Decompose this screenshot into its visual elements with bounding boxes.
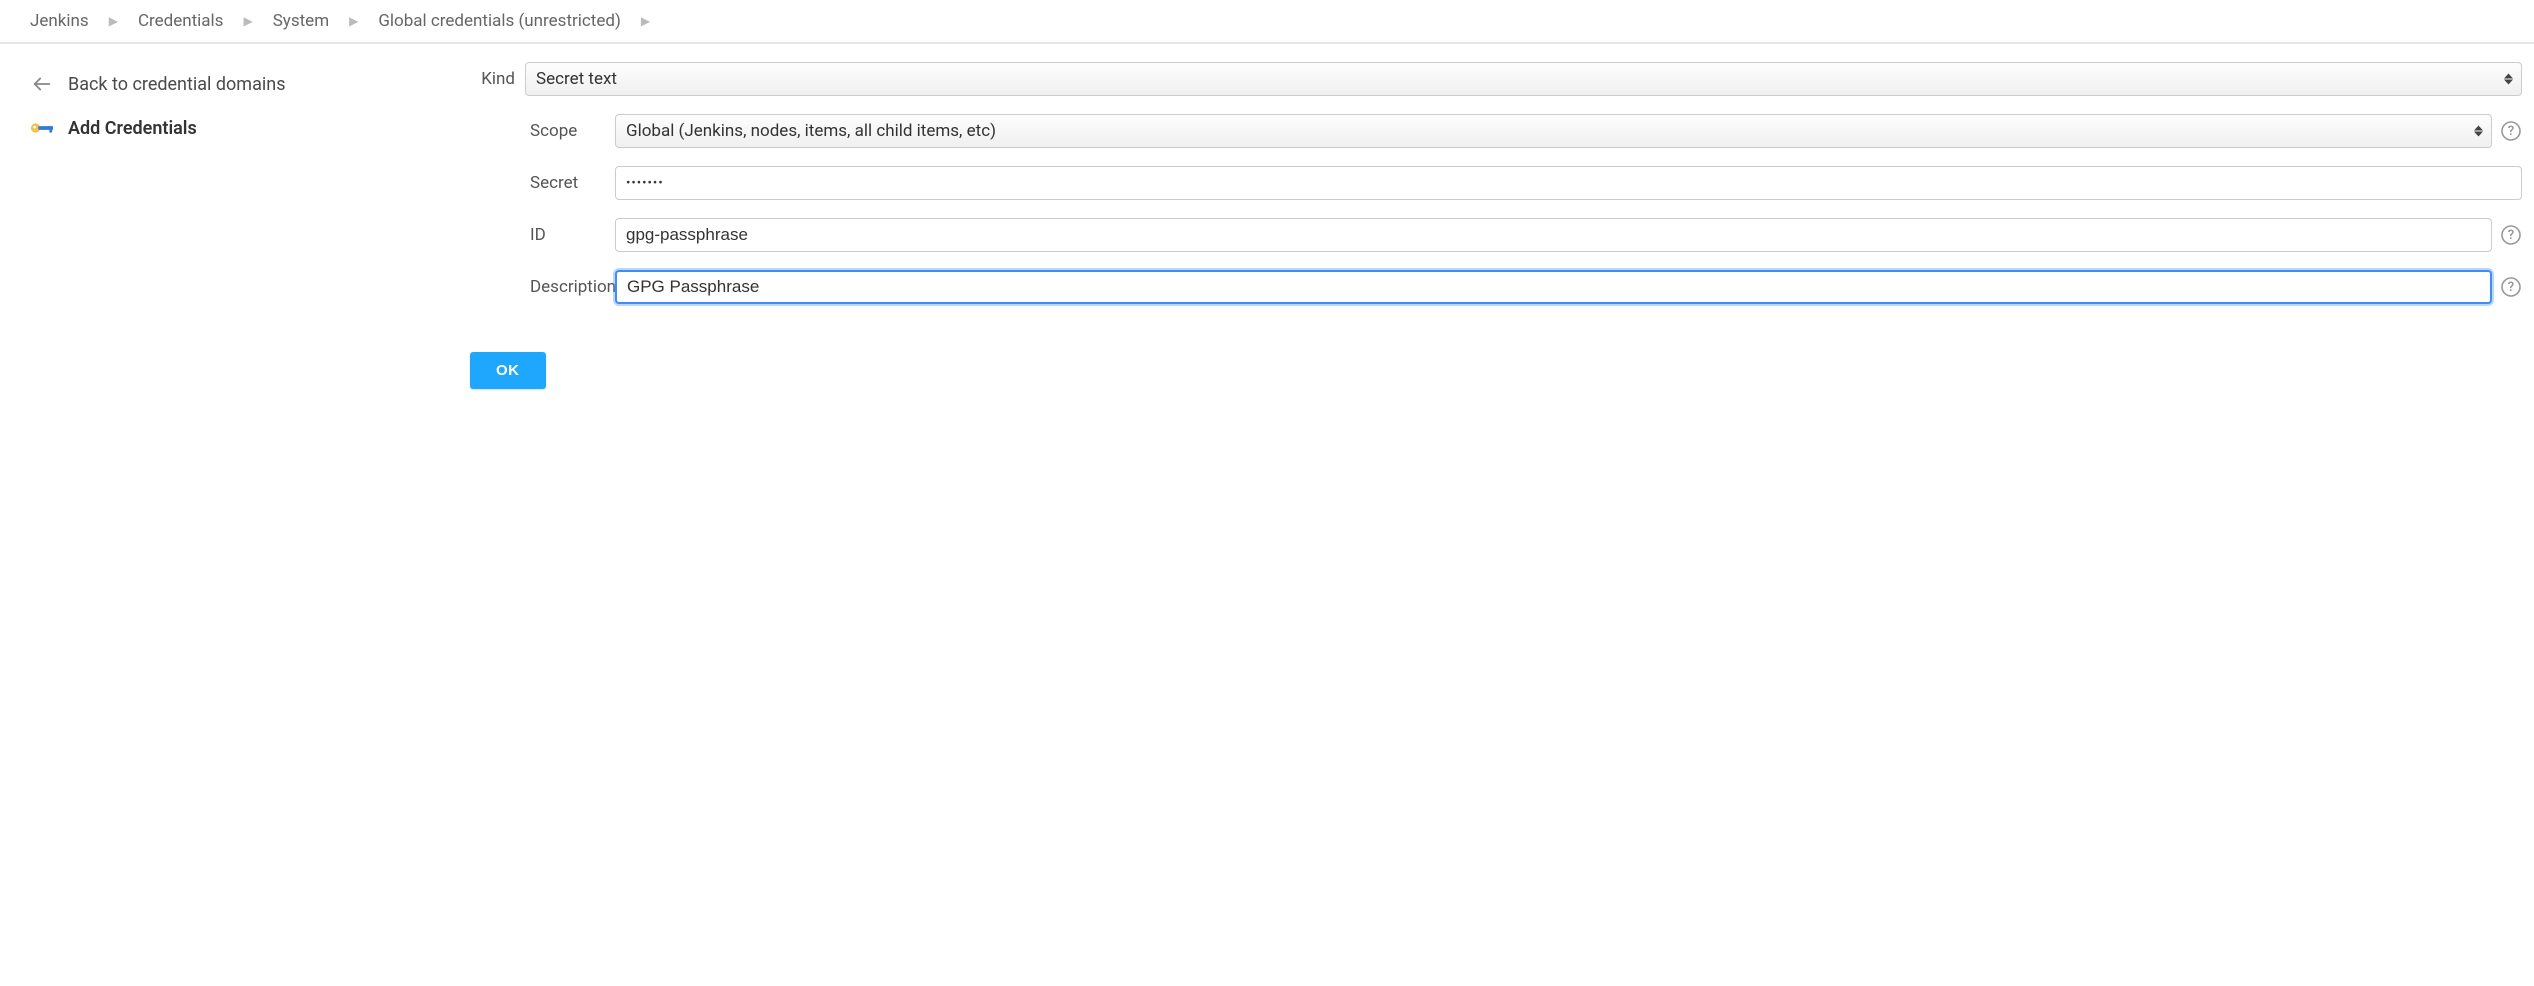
chevron-right-icon: ▶ bbox=[627, 14, 664, 28]
sidebar: Back to credential domains Add Credentia… bbox=[0, 62, 470, 389]
breadcrumb-global[interactable]: Global credentials (unrestricted) bbox=[372, 11, 627, 31]
breadcrumb-system[interactable]: System bbox=[267, 11, 335, 31]
description-input[interactable] bbox=[615, 270, 2492, 304]
svg-text:?: ? bbox=[2508, 124, 2514, 139]
scope-select[interactable]: Global (Jenkins, nodes, items, all child… bbox=[615, 114, 2492, 148]
select-chevron-icon bbox=[2474, 126, 2483, 137]
svg-text:?: ? bbox=[2508, 280, 2514, 295]
help-icon[interactable]: ? bbox=[2500, 224, 2522, 246]
description-label: Description bbox=[470, 277, 615, 297]
id-label: ID bbox=[470, 225, 615, 245]
chevron-right-icon: ▶ bbox=[229, 14, 266, 28]
secret-input[interactable]: ••••••• bbox=[615, 166, 2522, 200]
id-input[interactable] bbox=[615, 218, 2492, 252]
chevron-right-icon: ▶ bbox=[335, 14, 372, 28]
kind-select-value: Secret text bbox=[536, 69, 617, 89]
add-credentials-link[interactable]: Add Credentials bbox=[24, 106, 470, 150]
chevron-right-icon: ▶ bbox=[95, 14, 132, 28]
kind-label: Kind bbox=[470, 69, 525, 89]
breadcrumb: Jenkins ▶ Credentials ▶ System ▶ Global … bbox=[0, 0, 2534, 44]
back-to-domains-label: Back to credential domains bbox=[68, 74, 286, 95]
key-icon bbox=[30, 116, 54, 140]
main-form: Kind Secret text Scope Global (Jenkins, … bbox=[470, 62, 2534, 389]
scope-label: Scope bbox=[470, 121, 615, 141]
kind-select[interactable]: Secret text bbox=[525, 62, 2522, 96]
svg-text:?: ? bbox=[2508, 228, 2514, 243]
add-credentials-label: Add Credentials bbox=[68, 118, 197, 139]
ok-button[interactable]: OK bbox=[470, 352, 546, 389]
back-to-domains-link[interactable]: Back to credential domains bbox=[24, 62, 470, 106]
help-icon[interactable]: ? bbox=[2500, 120, 2522, 142]
help-icon[interactable]: ? bbox=[2500, 276, 2522, 298]
breadcrumb-credentials[interactable]: Credentials bbox=[132, 11, 230, 31]
secret-value: ••••••• bbox=[626, 176, 664, 191]
arrow-left-icon bbox=[30, 72, 54, 96]
breadcrumb-jenkins[interactable]: Jenkins bbox=[24, 11, 95, 31]
scope-select-value: Global (Jenkins, nodes, items, all child… bbox=[626, 121, 996, 141]
secret-label: Secret bbox=[470, 173, 615, 193]
select-chevron-icon bbox=[2504, 74, 2513, 85]
